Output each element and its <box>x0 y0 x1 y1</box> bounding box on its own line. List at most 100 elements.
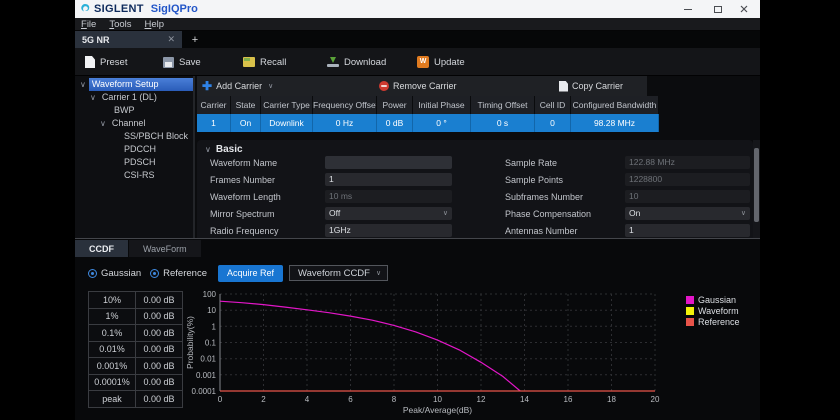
tree-item-csi-rs[interactable]: CSI-RS <box>110 169 158 182</box>
stats-row: 0.01% 0.00 dB <box>88 340 183 358</box>
title-bar: SIGLENT SigIQPro <box>75 0 760 18</box>
carrier-table-cell[interactable]: 0 Hz <box>313 114 377 132</box>
chevron-down-icon: ∨ <box>205 145 211 154</box>
toolbar-button-label: Preset <box>100 56 128 68</box>
carrier-table-cell[interactable]: 1 <box>197 114 231 132</box>
svg-text:4: 4 <box>305 395 310 404</box>
tab-close-icon[interactable]: ✕ <box>167 34 175 45</box>
carrier-table-row[interactable]: 1 On Downlink 0 Hz 0 dB 0 ° 0 s 0 98.28 MHz <box>197 114 659 132</box>
stats-value-cell: 0.00 dB <box>135 307 183 325</box>
stats-percent-cell: 10% <box>88 291 136 309</box>
minimize-icon <box>684 8 692 10</box>
carrier-table-cell[interactable]: Downlink <box>261 114 313 132</box>
tab-ccdf[interactable]: CCDF <box>75 240 128 257</box>
stats-value-cell: 0.00 dB <box>135 390 183 408</box>
add-carrier-button[interactable]: ✚ Add Carrier ∨ <box>202 76 273 96</box>
stats-row: 0.1% 0.00 dB <box>88 324 183 342</box>
new-tab-button[interactable]: + <box>182 31 208 48</box>
menu-item-file[interactable]: File <box>81 19 96 30</box>
carrier-table-cell[interactable]: On <box>231 114 261 132</box>
plus-icon: + <box>191 33 199 46</box>
basic-field-row: Subframes Number 10 <box>505 188 753 205</box>
minimize-button[interactable] <box>676 0 700 18</box>
remove-carrier-icon <box>379 81 389 91</box>
copy-carrier-button[interactable]: Copy Carrier <box>559 76 623 96</box>
close-button[interactable] <box>732 0 756 18</box>
basic-section: ∨ Basic Waveform Name Frames Number 1 Wavefo… <box>197 140 753 238</box>
stats-percent-cell: 0.1% <box>88 324 136 342</box>
legend-label: Waveform <box>698 305 739 316</box>
stats-percent-cell: 0.001% <box>88 357 136 375</box>
stats-value-cell: 0.00 dB <box>135 291 183 309</box>
basic-field-row: Frames Number 1 <box>210 171 470 188</box>
product-name: SigIQPro <box>150 3 198 15</box>
waveform-ccdf-dropdown[interactable]: Waveform CCDF ∨ <box>289 265 389 281</box>
menu-bar: File Tools Help <box>75 18 760 31</box>
tree-item-label: SS/PBCH Block <box>124 131 189 141</box>
carrier-table-cell[interactable]: 0 s <box>471 114 535 132</box>
basic-field-input-antennas-number[interactable]: 1 <box>625 224 750 237</box>
basic-field-select-phase-compensation[interactable]: On ∨ <box>625 207 750 220</box>
tree-item-label: PDCCH <box>124 144 157 154</box>
stats-percent-cell: 0.0001% <box>88 373 136 391</box>
gaussian-radio[interactable] <box>88 268 97 278</box>
acquire-ref-button[interactable]: Acquire Ref <box>217 264 284 282</box>
maximize-button[interactable] <box>706 0 730 18</box>
carrier-table-header-cell: Initial Phase <box>413 96 471 114</box>
scrollbar-thumb[interactable] <box>754 148 759 222</box>
basic-field-input-radio-frequency[interactable]: 1GHz <box>325 224 452 237</box>
reference-radio[interactable] <box>150 268 160 278</box>
tab-waveform[interactable]: WaveForm <box>129 240 201 257</box>
chevron-down-icon[interactable]: ∨ <box>100 119 106 128</box>
svg-text:10: 10 <box>433 395 442 404</box>
basic-scrollbar[interactable] <box>753 140 760 238</box>
download-button[interactable]: Download <box>327 48 386 76</box>
svg-text:6: 6 <box>348 395 353 404</box>
tree-item-label: CSI-RS <box>124 170 155 180</box>
stats-percent-cell: peak <box>88 390 136 408</box>
tree-item-bwp[interactable]: BWP <box>100 104 138 117</box>
basic-field-input-sample-rate: 122.88 MHz <box>625 156 750 169</box>
carrier-table-cell[interactable]: 98.28 MHz <box>571 114 659 132</box>
legend-label: Reference <box>698 316 740 327</box>
update-button[interactable]: W Update <box>417 48 465 76</box>
chevron-down-icon[interactable]: ∨ <box>268 82 273 90</box>
basic-fields-left: Waveform Name Frames Number 1 Waveform Leng… <box>210 154 470 239</box>
carrier-table-cell[interactable]: 0 ° <box>413 114 471 132</box>
preset-button[interactable]: Preset <box>85 48 127 76</box>
carrier-table-cell[interactable]: 0 <box>535 114 571 132</box>
action-button-label: Add Carrier <box>216 81 263 91</box>
tree-item-channel[interactable]: ∨ Channel <box>100 117 148 130</box>
save-button[interactable]: Save <box>163 48 201 76</box>
chevron-down-icon[interactable]: ∨ <box>90 93 96 102</box>
menu-item-tools[interactable]: Tools <box>109 19 131 30</box>
basic-field-select-mirror-spectrum[interactable]: Off ∨ <box>325 207 452 220</box>
basic-field-input-waveform-name[interactable] <box>325 156 452 169</box>
tree-item-pdcch[interactable]: PDCCH <box>110 143 159 156</box>
legend-item-reference: Reference <box>686 316 740 327</box>
svg-text:20: 20 <box>651 395 660 404</box>
chevron-down-icon[interactable]: ∨ <box>80 80 86 89</box>
recall-button[interactable]: Recall <box>243 48 286 76</box>
basic-field-input-frames-number[interactable]: 1 <box>325 173 452 186</box>
gaussian-radio-label: Gaussian <box>101 267 142 279</box>
carrier-table-header-cell: Power <box>377 96 413 114</box>
stats-percent-cell: 1% <box>88 307 136 325</box>
basic-field-label: Mirror Spectrum <box>210 209 275 219</box>
svg-text:16: 16 <box>564 395 573 404</box>
tab-5g-nr[interactable]: 5G NR ✕ <box>75 31 182 48</box>
tree-item-waveform-setup[interactable]: ∨ Waveform Setup <box>80 78 193 91</box>
basic-field-row: Phase Compensation On ∨ <box>505 205 753 222</box>
remove-carrier-button[interactable]: Remove Carrier <box>379 76 457 96</box>
menu-item-help[interactable]: Help <box>145 19 165 30</box>
carrier-table-cell[interactable]: 0 dB <box>377 114 413 132</box>
svg-text:0.01: 0.01 <box>200 355 216 364</box>
basic-field-input-waveform-length: 10 ms <box>325 190 452 203</box>
svg-text:10: 10 <box>207 306 216 315</box>
tree-item-carrier-1-dl-[interactable]: ∨ Carrier 1 (DL) <box>90 91 160 104</box>
tree-item-pdsch[interactable]: PDSCH <box>110 156 159 169</box>
sigiqpro-window: SIGLENT SigIQPro File Tools Help 5G NR ✕ +… <box>75 0 760 420</box>
maximize-icon <box>714 5 722 13</box>
reference-radio-label: Reference <box>163 267 207 279</box>
tree-item-ss-pbch-block[interactable]: SS/PBCH Block <box>110 130 191 143</box>
